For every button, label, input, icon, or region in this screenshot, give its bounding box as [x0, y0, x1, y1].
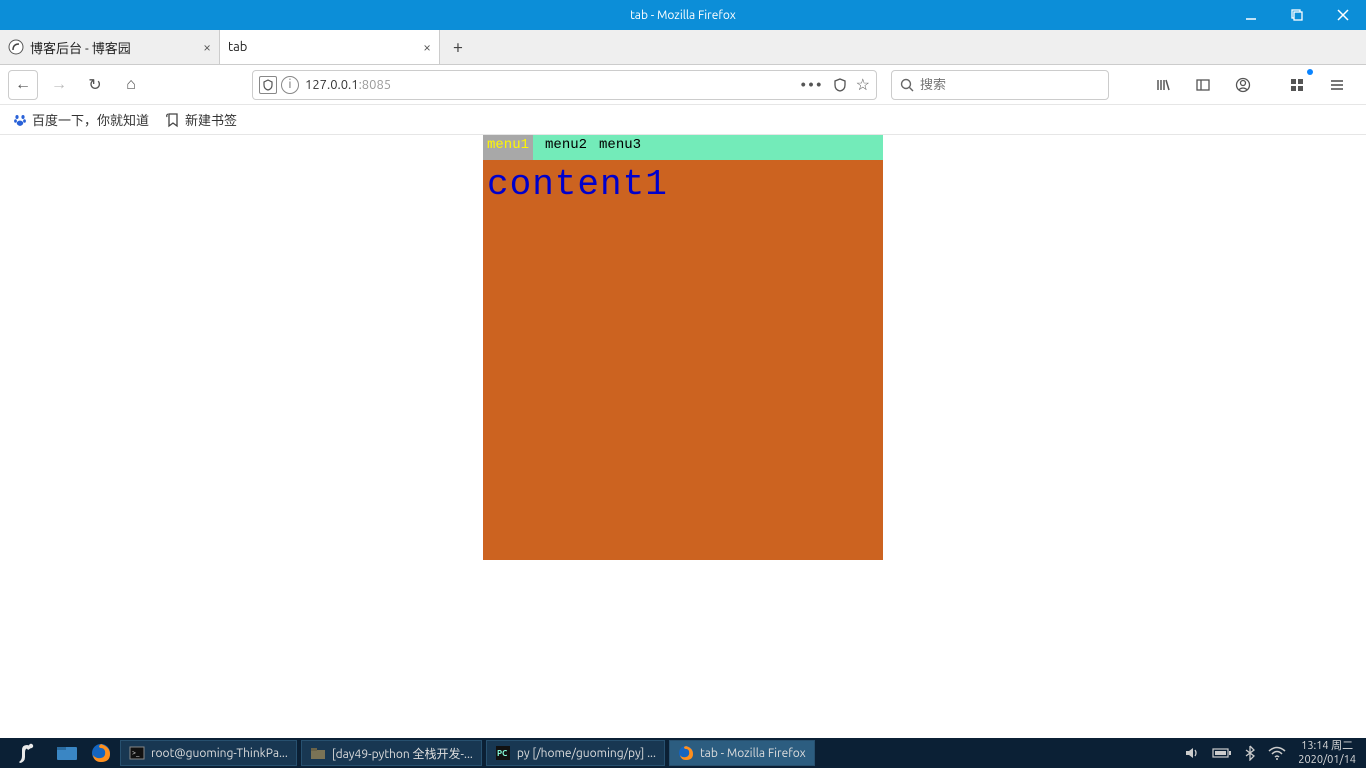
urlbar-page-actions: ••• ☆: [800, 75, 870, 94]
page-tab-widget: menu1 menu2 menu3 content1: [483, 135, 883, 560]
new-tab-button[interactable]: +: [440, 30, 476, 64]
reload-button[interactable]: ↻: [80, 70, 110, 100]
back-arrow-icon: ←: [15, 75, 31, 94]
start-menu-button[interactable]: [0, 738, 50, 768]
url-bar[interactable]: i 127.0.0.1:8085 ••• ☆: [252, 70, 877, 100]
home-icon: ⌂: [126, 75, 136, 94]
taskbar-task-firefox[interactable]: tab - Mozilla Firefox: [669, 740, 815, 766]
launcher-files[interactable]: [50, 738, 84, 768]
taskbar-task-folder[interactable]: [day49-python 全栈开发-...: [301, 740, 482, 766]
system-tray: 13:14 周二 2020/01/14: [1184, 739, 1366, 767]
baidu-paw-icon: [12, 112, 28, 128]
account-button[interactable]: [1228, 70, 1258, 100]
maximize-button[interactable]: [1274, 0, 1320, 30]
bookmarks-toolbar: 百度一下，你就知道 新建书签: [0, 105, 1366, 135]
forward-button[interactable]: →: [44, 70, 74, 100]
desktop-taskbar: >_ root@guoming-ThinkPa... [day49-python…: [0, 738, 1366, 768]
window-title: tab - Mozilla Firefox: [630, 9, 736, 22]
search-input[interactable]: [920, 78, 1100, 92]
tab-close-icon[interactable]: ×: [203, 39, 211, 55]
window-controls: [1228, 0, 1366, 30]
sidebar-button[interactable]: [1188, 70, 1218, 100]
svg-text:>_: >_: [132, 749, 140, 757]
tab-label: 博客后台 - 博客园: [30, 38, 197, 57]
page-actions-icon[interactable]: •••: [800, 76, 823, 94]
menu-item-1[interactable]: menu1: [483, 135, 533, 160]
task-label: [day49-python 全栈开发-...: [332, 745, 473, 762]
hamburger-menu-button[interactable]: [1322, 70, 1352, 100]
toolbar-right-icons: [1148, 70, 1358, 100]
home-button[interactable]: ⌂: [116, 70, 146, 100]
bookmark-item-baidu[interactable]: 百度一下，你就知道: [12, 110, 149, 129]
task-label: tab - Mozilla Firefox: [700, 747, 806, 760]
folder-icon: [310, 745, 326, 761]
svg-text:PC: PC: [497, 749, 507, 758]
addons-button[interactable]: [1282, 70, 1312, 100]
addons-notification-dot-icon: [1307, 69, 1313, 75]
window-titlebar: tab - Mozilla Firefox: [0, 0, 1366, 30]
url-text: 127.0.0.1:8085: [305, 78, 800, 92]
clock-time: 13:14 周二: [1298, 739, 1356, 753]
browser-tabstrip: 博客后台 - 博客园 × tab × +: [0, 30, 1366, 65]
minimize-button[interactable]: [1228, 0, 1274, 30]
tab-close-icon[interactable]: ×: [423, 39, 431, 55]
task-label: root@guoming-ThinkPa...: [151, 747, 288, 760]
browser-tab-1[interactable]: tab ×: [220, 30, 440, 64]
url-port: :8085: [359, 78, 392, 92]
taskbar-task-terminal[interactable]: >_ root@guoming-ThinkPa...: [120, 740, 297, 766]
browser-tab-0[interactable]: 博客后台 - 博客园 ×: [0, 30, 220, 64]
add-bookmark-icon: [165, 112, 181, 128]
bookmark-label: 百度一下，你就知道: [32, 110, 149, 129]
bluetooth-icon[interactable]: [1244, 745, 1256, 761]
content-heading: content1: [483, 160, 883, 205]
page-viewport: menu1 menu2 menu3 content1: [0, 135, 1366, 738]
reader-shield-icon[interactable]: [832, 77, 848, 93]
pycharm-icon: PC: [495, 745, 511, 761]
launcher-firefox[interactable]: [84, 738, 118, 768]
firefox-icon: [678, 745, 694, 761]
site-info-icon[interactable]: i: [281, 76, 299, 94]
volume-icon[interactable]: [1184, 745, 1200, 761]
bookmark-star-icon[interactable]: ☆: [856, 75, 870, 94]
tracking-shield-icon[interactable]: [259, 76, 277, 94]
bookmark-label: 新建书签: [185, 110, 237, 129]
search-bar[interactable]: [891, 70, 1109, 100]
page-tab-menu: menu1 menu2 menu3: [483, 135, 883, 160]
page-tab-content: content1: [483, 160, 883, 560]
library-button[interactable]: [1148, 70, 1178, 100]
clock-date: 2020/01/14: [1298, 753, 1356, 767]
forward-arrow-icon: →: [51, 75, 67, 94]
browser-toolbar: ← → ↻ ⌂ i 127.0.0.1:8085 ••• ☆: [0, 65, 1366, 105]
back-button[interactable]: ←: [8, 70, 38, 100]
task-label: py [/home/guoming/py] ...: [517, 747, 656, 760]
taskbar-task-pycharm[interactable]: PC py [/home/guoming/py] ...: [486, 740, 665, 766]
bookmark-item-new[interactable]: 新建书签: [165, 110, 237, 129]
tab-label: tab: [228, 40, 417, 54]
search-icon: [900, 78, 914, 92]
menu-item-2[interactable]: menu2: [541, 135, 591, 160]
wifi-icon[interactable]: [1268, 746, 1286, 760]
menu-item-3[interactable]: menu3: [595, 135, 645, 160]
taskbar-clock[interactable]: 13:14 周二 2020/01/14: [1298, 739, 1362, 767]
reload-icon: ↻: [88, 75, 101, 94]
close-button[interactable]: [1320, 0, 1366, 30]
battery-icon[interactable]: [1212, 747, 1232, 759]
url-host: 127.0.0.1: [305, 78, 359, 92]
terminal-icon: >_: [129, 745, 145, 761]
favicon-cnblogs-icon: [8, 39, 24, 55]
